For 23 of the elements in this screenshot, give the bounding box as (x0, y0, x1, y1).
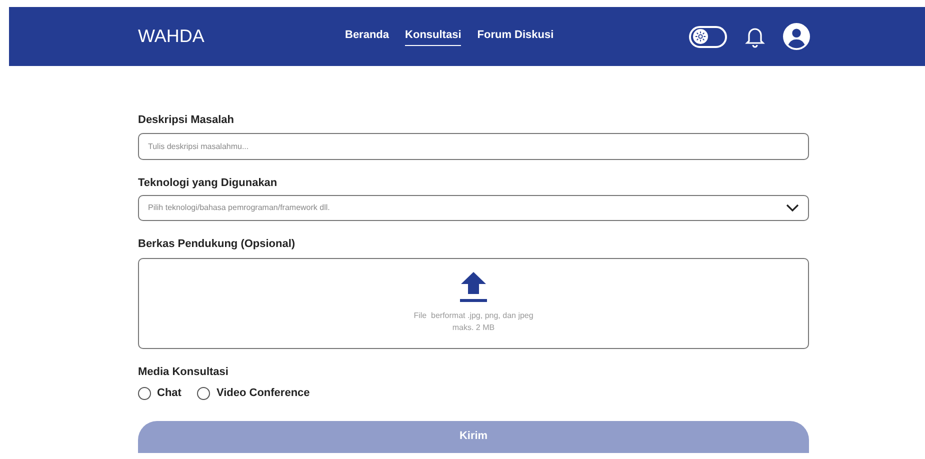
user-avatar-icon[interactable] (783, 23, 810, 50)
description-input[interactable]: Tulis deskripsi masalahmu... (138, 132, 809, 160)
sun-icon (695, 31, 706, 42)
notification-bell-icon[interactable] (745, 26, 765, 48)
field-label: Deskripsi Masalah (138, 113, 235, 128)
nav-link[interactable]: Beranda (345, 27, 390, 46)
chevron-down-icon (786, 204, 799, 212)
dropdown-placeholder: Pilih teknologi/bahasa pemrograman/framework dll. (148, 202, 330, 214)
field-label: Media Konsultasi (138, 364, 230, 380)
radio-option[interactable]: Video Conference (197, 385, 310, 402)
nav-link[interactable]: Forum Diskusi (477, 27, 554, 46)
radio-option[interactable]: Chat (138, 385, 182, 402)
radio-button[interactable] (197, 386, 210, 400)
upload-icon (460, 272, 487, 303)
field-label: Teknologi yang Digunakan (138, 176, 278, 190)
field-label: Berkas Pendukung (Opsional) (138, 237, 296, 252)
technology-dropdown[interactable]: Pilih teknologi/bahasa pemrograman/framework dll. (138, 195, 809, 221)
radio-button[interactable] (138, 386, 151, 400)
nav-link[interactable]: Konsultasi (405, 27, 462, 46)
theme-toggle[interactable] (689, 26, 727, 48)
upload-hint: File berformat .jpg, png, dan jpeg (414, 310, 534, 322)
upload-hint: maks. 2 MB (452, 322, 495, 334)
brand-logo[interactable]: WAHDA (138, 23, 345, 50)
